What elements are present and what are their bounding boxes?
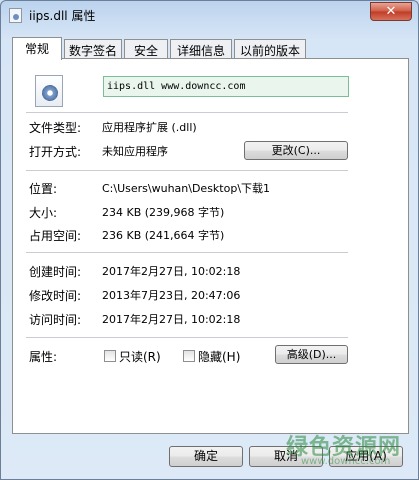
file-type-label: 文件类型: — [29, 121, 82, 135]
hidden-label[interactable]: 隐藏(H) — [198, 348, 240, 365]
window-title: iips.dll 属性 — [29, 9, 96, 23]
accessed-label: 访问时间: — [29, 313, 82, 327]
file-type-value: 应用程序扩展 (.dll) — [102, 121, 197, 134]
change-button[interactable]: 更改(C)... — [244, 141, 348, 160]
ok-button[interactable]: 确定 — [169, 446, 243, 467]
title-bar[interactable]: iips.dll 属性 ✕ — [1, 1, 418, 29]
size-on-disk-label: 占用空间: — [29, 229, 82, 243]
close-icon: ✕ — [385, 4, 397, 19]
size-on-disk-value: 236 KB (241,664 字节) — [102, 229, 225, 242]
tab-previous-versions[interactable]: 以前的版本 — [234, 39, 306, 59]
dll-file-icon — [35, 75, 63, 107]
modified-label: 修改时间: — [29, 289, 82, 303]
divider — [26, 252, 348, 253]
advanced-button[interactable]: 高级(D)... — [275, 345, 348, 364]
created-label: 创建时间: — [29, 265, 82, 279]
filename-field[interactable]: iips.dll www.downcc.com — [103, 76, 349, 97]
divider — [26, 112, 348, 113]
open-with-value: 未知应用程序 — [102, 145, 168, 158]
hidden-checkbox[interactable] — [183, 350, 195, 362]
tab-digital-signatures[interactable]: 数字签名 — [64, 39, 122, 59]
tab-general[interactable]: 常规 — [12, 37, 62, 60]
accessed-value: 2017年2月27日, 10:02:18 — [102, 313, 241, 326]
readonly-label[interactable]: 只读(R) — [119, 348, 161, 365]
size-value: 234 KB (239,968 字节) — [102, 206, 225, 219]
location-value: C:\Users\wuhan\Desktop\下载1 — [102, 182, 271, 195]
attributes-label: 属性: — [29, 350, 58, 364]
size-label: 大小: — [29, 206, 58, 220]
properties-window: iips.dll 属性 ✕ 常规 数字签名 安全 详细信息 以前的版本 iips… — [0, 0, 419, 480]
watermark-url: www.downcc.com — [301, 456, 391, 467]
tab-security[interactable]: 安全 — [124, 39, 168, 59]
divider — [26, 170, 348, 171]
location-label: 位置: — [29, 182, 58, 196]
general-panel: iips.dll www.downcc.com 文件类型: 应用程序扩展 (.d… — [12, 58, 409, 434]
readonly-checkbox[interactable] — [104, 350, 116, 362]
dll-file-icon — [9, 8, 22, 23]
tab-details[interactable]: 详细信息 — [170, 39, 232, 59]
open-with-label: 打开方式: — [29, 145, 82, 159]
close-button[interactable]: ✕ — [370, 2, 412, 21]
created-value: 2017年2月27日, 10:02:18 — [102, 265, 241, 278]
modified-value: 2013年7月23日, 20:47:06 — [102, 289, 241, 302]
divider — [26, 337, 348, 338]
